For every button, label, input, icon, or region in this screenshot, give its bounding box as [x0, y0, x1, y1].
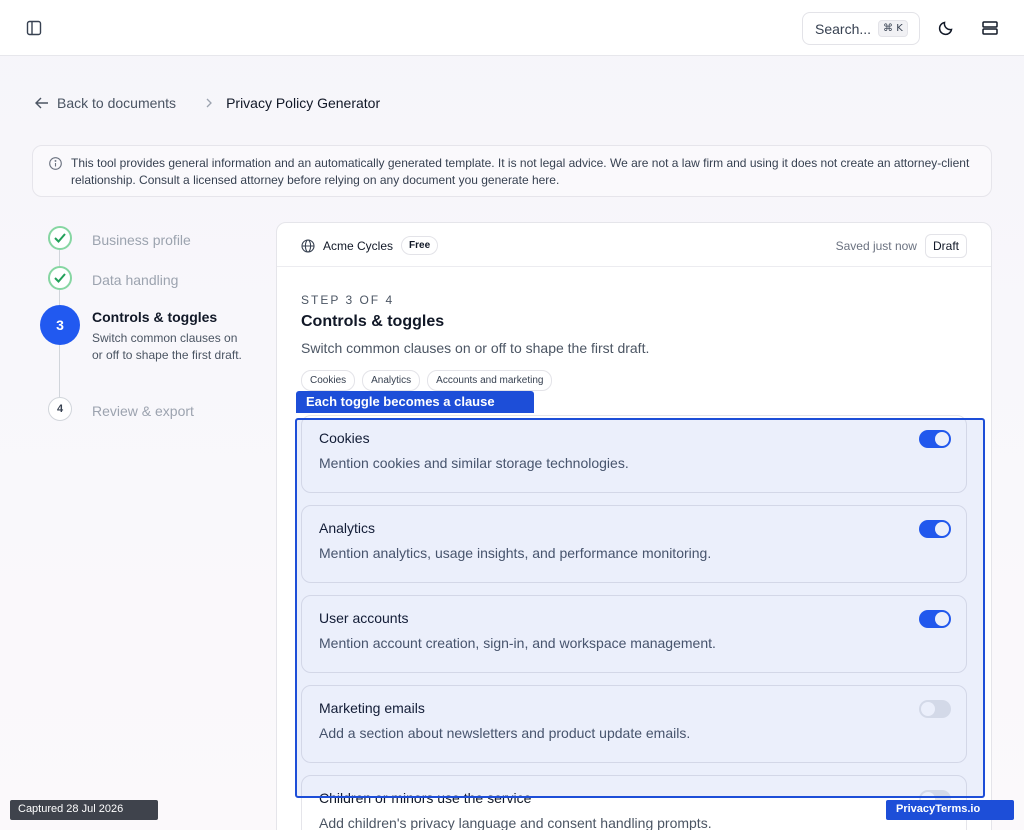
- back-to-documents-link[interactable]: Back to documents: [35, 95, 176, 111]
- brand-tag: PrivacyTerms.io: [886, 800, 1014, 820]
- chip-cookies: Cookies: [301, 370, 356, 391]
- toggle-description: Add children's privacy language and cons…: [319, 815, 712, 830]
- step-business-profile[interactable]: [48, 226, 72, 250]
- site-name: Acme Cycles: [323, 238, 394, 253]
- check-icon: [48, 266, 72, 290]
- annotation-highlight: [295, 418, 985, 798]
- card-header: Acme Cycles Free Saved just now Draft: [277, 223, 991, 267]
- draft-badge: Draft: [924, 234, 967, 258]
- step-label: Controls & toggles: [92, 309, 218, 325]
- info-icon: [49, 157, 62, 175]
- legal-disclaimer: This tool provides general information a…: [32, 145, 992, 197]
- annotation-label: Each toggle becomes a clause: [296, 391, 534, 413]
- step-connector: [59, 345, 60, 397]
- disclaimer-text: This tool provides general information a…: [71, 156, 970, 187]
- back-link-label: Back to documents: [57, 95, 177, 111]
- search-placeholder: Search...: [815, 20, 872, 37]
- globe-icon: [301, 238, 315, 253]
- top-bar: Search... ⌘ K: [0, 0, 1024, 56]
- chip-list: Cookies Analytics Accounts and marketing: [301, 370, 559, 391]
- step-controls-toggles[interactable]: 3: [40, 305, 80, 345]
- site-info: Acme Cycles Free: [301, 236, 439, 255]
- chip-analytics: Analytics: [362, 370, 421, 391]
- section-title: Controls & toggles: [301, 313, 445, 330]
- section-subtitle: Switch common clauses on or off to shape…: [301, 340, 650, 356]
- step-kicker: STEP 3 OF 4: [301, 293, 395, 307]
- plan-badge: Free: [401, 236, 439, 255]
- step-review-export[interactable]: 4: [48, 397, 72, 421]
- search-shortcut: ⌘ K: [878, 20, 908, 37]
- chevron-right-icon: [206, 98, 212, 108]
- step-number: 3: [40, 305, 80, 345]
- menu-icon[interactable]: [978, 16, 1002, 40]
- search-button[interactable]: Search... ⌘ K: [802, 12, 920, 45]
- check-icon: [48, 226, 72, 250]
- saved-status-text: Saved just now: [835, 239, 917, 253]
- captured-date: Captured 28 Jul 2026: [10, 800, 158, 820]
- save-status: Saved just now Draft: [836, 234, 967, 258]
- step-data-handling[interactable]: [48, 266, 72, 290]
- step-number: 4: [48, 397, 72, 421]
- step-active-text: Controls & toggles Switch common clauses…: [92, 309, 242, 363]
- chip-accounts-marketing: Accounts and marketing: [427, 370, 553, 391]
- step-label[interactable]: Business profile: [92, 232, 191, 248]
- step-label[interactable]: Data handling: [92, 272, 178, 288]
- sidebar-toggle-icon[interactable]: [22, 16, 46, 40]
- breadcrumb-current: Privacy Policy Generator: [226, 95, 381, 111]
- step-connector: [59, 290, 60, 305]
- step-label[interactable]: Review & export: [92, 403, 194, 419]
- breadcrumb: Back to documents Privacy Policy Generat…: [35, 95, 380, 111]
- moon-icon[interactable]: [934, 16, 958, 40]
- arrow-left-icon: [35, 97, 48, 109]
- step-description: Switch common clauses on or off to shape…: [92, 331, 242, 362]
